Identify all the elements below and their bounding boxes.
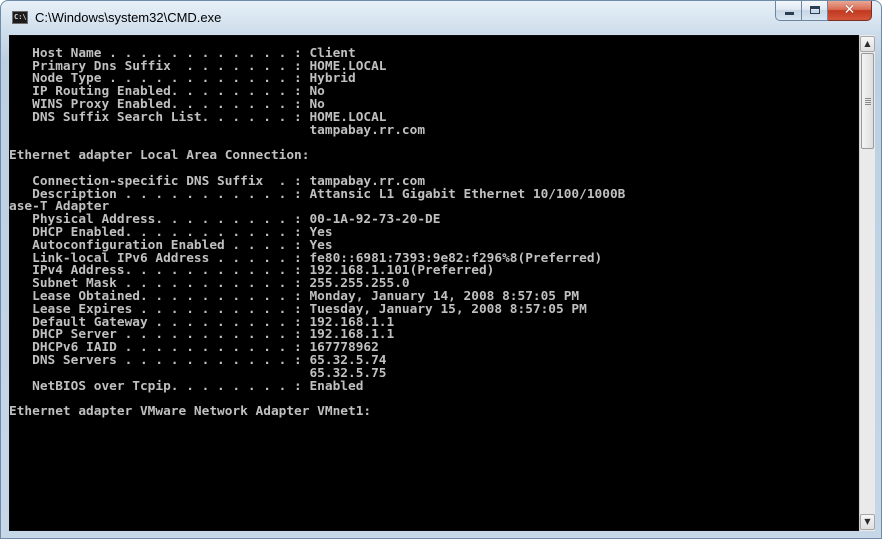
console-line: Ethernet adapter Local Area Connection: [9,148,310,164]
cmd-window: C:\ C:\Windows\system32\CMD.exe ✕ Host N… [0,0,882,539]
console-line: Ethernet adapter VMware Network Adapter … [9,404,372,420]
close-button[interactable]: ✕ [828,1,872,21]
window-title: C:\Windows\system32\CMD.exe [35,10,222,25]
console-line: Description . . . . . . . . . . . : Atta… [9,186,626,202]
minimize-icon [785,12,794,15]
vertical-scrollbar[interactable]: ▲ ▼ [859,35,875,531]
console-line: tampabay.rr.com [9,122,426,138]
minimize-button[interactable] [775,1,802,21]
console-text: Host Name . . . . . . . . . . . . : Clie… [9,35,859,445]
caption-buttons: ✕ [775,1,872,22]
maximize-icon [810,6,820,14]
maximize-button[interactable] [802,1,828,21]
scroll-up-button[interactable]: ▲ [860,36,875,52]
cmd-icon[interactable]: C:\ [12,11,28,24]
scroll-thumb[interactable] [861,53,874,149]
grip-icon [865,98,871,105]
console-line: NetBIOS over Tcpip. . . . . . . . : Enab… [9,378,364,394]
title-bar[interactable]: C:\ C:\Windows\system32\CMD.exe ✕ [1,1,881,35]
console-output[interactable]: Host Name . . . . . . . . . . . . : Clie… [9,35,859,531]
close-icon: ✕ [843,2,856,18]
scroll-down-button[interactable]: ▼ [860,514,875,530]
